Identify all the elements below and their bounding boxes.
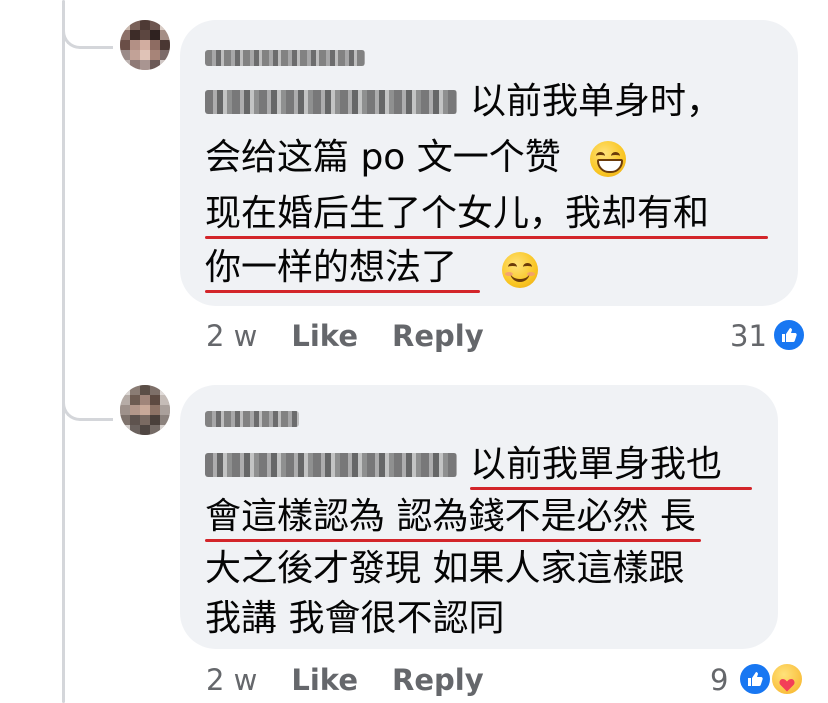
comment-text-line: 会给这篇 po 文一个赞 (205, 137, 561, 178)
avatar[interactable] (120, 20, 170, 70)
reply-connector (62, 388, 113, 421)
comment-text-line: 以前我单身时， (470, 81, 723, 122)
mention-redacted[interactable] (205, 90, 457, 114)
comment-text-line: 以前我單身我也 (470, 444, 723, 485)
thread-line (62, 0, 65, 703)
mention-redacted[interactable] (205, 453, 457, 477)
highlight-underline (470, 487, 752, 490)
comment-actions: 2 w Like Reply (206, 318, 518, 354)
care-icon[interactable] (770, 662, 804, 696)
like-button[interactable]: Like (291, 319, 358, 353)
like-icon[interactable] (738, 662, 772, 696)
author-name-redacted[interactable] (205, 50, 365, 66)
comment-bubble: 以前我單身我也 會這樣認為 認為錢不是必然 長 大之後才發現 如果人家這樣跟 我… (180, 385, 778, 649)
reply-button[interactable]: Reply (392, 663, 484, 697)
reply-button[interactable]: Reply (392, 319, 484, 353)
grinning-face-icon (590, 141, 626, 177)
comment-actions: 2 w Like Reply (206, 662, 518, 698)
comment-text-line: 我講 我會很不認同 (205, 598, 505, 639)
comment-bubble: 以前我单身时， 会给这篇 po 文一个赞 现在婚后生了个女儿，我却有和 你一样的… (180, 20, 798, 306)
comment-text-line: 你一样的想法了 (205, 247, 458, 288)
smiling-face-icon (502, 252, 538, 288)
reaction-count[interactable]: 31 (730, 318, 767, 354)
like-button[interactable]: Like (291, 663, 358, 697)
highlight-underline (205, 539, 701, 542)
comment-text-line: 會這樣認為 認為錢不是必然 長 (205, 496, 696, 537)
comment-text-line: 现在婚后生了个女儿，我却有和 (205, 193, 710, 234)
reaction-count[interactable]: 9 (710, 662, 728, 698)
timestamp[interactable]: 2 w (206, 319, 257, 353)
reply-connector (62, 16, 113, 49)
highlight-underline (205, 290, 480, 293)
avatar[interactable] (120, 385, 170, 435)
author-name-redacted[interactable] (205, 411, 299, 427)
highlight-underline (205, 236, 768, 239)
comment-text-line: 大之後才發現 如果人家這樣跟 (205, 548, 685, 589)
like-icon[interactable] (772, 318, 806, 352)
timestamp[interactable]: 2 w (206, 663, 257, 697)
